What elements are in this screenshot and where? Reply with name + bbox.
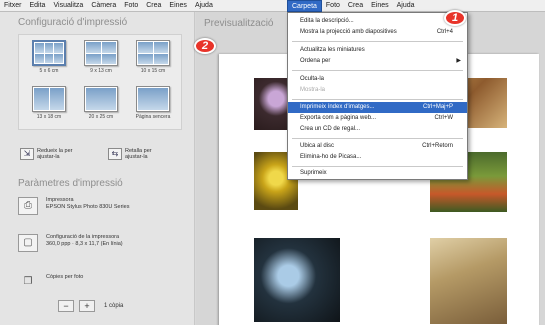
menu-item-slideshow[interactable]: Mostra la projecció amb diapositives Ctrl…: [288, 27, 467, 38]
layout-icon: [136, 40, 170, 66]
menu-ajuda-2[interactable]: Ajuda: [393, 0, 419, 12]
size-9x13[interactable]: 9 x 13 cm: [77, 38, 125, 80]
menu-eines-2[interactable]: Eines: [367, 0, 393, 12]
printer-row[interactable]: ⎙ Impressora EPSON Stylus Photo 830U Ser…: [18, 197, 129, 215]
size-5x6[interactable]: 5 x 6 cm: [25, 38, 73, 80]
menu-edita[interactable]: Edita: [26, 0, 50, 12]
menu-ajuda[interactable]: Ajuda: [191, 0, 217, 12]
crop-to-fit-button[interactable]: ⇆ Retalla per ajustar-la: [108, 148, 161, 160]
menu-visualitza[interactable]: Visualitza: [49, 0, 87, 12]
layout-icon: [84, 40, 118, 66]
layout-icon: [32, 40, 66, 66]
size-13x18[interactable]: 13 x 18 cm: [25, 84, 73, 126]
menu-foto[interactable]: Foto: [120, 0, 142, 12]
size-label: 10 x 15 cm: [140, 68, 166, 74]
menu-carpeta[interactable]: Carpeta: [287, 0, 322, 12]
size-full-page[interactable]: Pàgina sencera: [129, 84, 177, 126]
submenu-arrow-icon: ▶: [456, 58, 461, 64]
layout-icon: [84, 86, 118, 112]
layout-icon: [136, 86, 170, 112]
callout-badge-2: 2: [194, 38, 216, 54]
menu-item-edit-description[interactable]: Edita la descripció...: [288, 16, 467, 27]
size-label: 5 x 6 cm: [39, 68, 59, 74]
shrink-icon: ⇲: [20, 148, 34, 160]
size-label: 20 x 25 cm: [88, 114, 114, 120]
copies-label: Còpies per foto: [46, 274, 84, 280]
menu-item-hide[interactable]: Oculta-la: [288, 74, 467, 85]
menu-camera[interactable]: Càmera: [87, 0, 120, 12]
copies-count: 1 còpia: [104, 303, 124, 309]
print-size-grid: 5 x 6 cm 9 x 13 cm 10 x 15 cm 13 x 18 cm…: [18, 34, 182, 130]
menu-item-locate-on-disk[interactable]: Ubica al disc Ctrl+Retorn: [288, 141, 467, 152]
size-label: 13 x 18 cm: [36, 114, 62, 120]
crop-label: Retalla per ajustar-la: [125, 148, 152, 160]
size-label: Pàgina sencera: [135, 114, 171, 120]
printer-icon: ⎙: [18, 197, 38, 215]
dropdown-menubar: Carpeta Foto Crea Eines Ajuda: [287, 0, 468, 12]
menu-item-print-contact-sheet[interactable]: Imprimeix índex d'imatges... Ctrl+Maj+P: [288, 102, 467, 113]
size-10x15[interactable]: 10 x 15 cm: [129, 38, 177, 80]
menu-separator: [292, 99, 463, 100]
copies-stepper: − + 1 còpia: [58, 300, 123, 312]
shrink-label: Redueix la per ajustar-la: [37, 148, 73, 160]
page-setup-icon: ▢: [18, 234, 38, 252]
page-config-row[interactable]: ▢ Configuració de la impressora 360,0 pp…: [18, 234, 123, 252]
menu-item-delete[interactable]: Suprimeix: [288, 168, 467, 179]
folder-menu-dropdown: Edita la descripció... Mostra la projecc…: [287, 12, 468, 180]
layout-icon: [32, 86, 66, 112]
photo-architecture[interactable]: [254, 238, 340, 322]
printer-label: Impressora: [46, 197, 74, 203]
page-config-value: 360,0 ppp · 8,3 x 11,7 (En línia): [46, 241, 123, 247]
menu-fitxer[interactable]: Fitxer: [0, 0, 26, 12]
crop-icon: ⇆: [108, 148, 122, 160]
menu-item-remove-from-picasa[interactable]: Elimina-ho de Picasa...: [288, 152, 467, 163]
print-settings-panel: Configuració d'impressió 5 x 6 cm 9 x 13…: [0, 12, 195, 325]
menu-eines[interactable]: Eines: [165, 0, 191, 12]
menu-separator: [292, 41, 463, 42]
menu-crea-2[interactable]: Crea: [344, 0, 367, 12]
menu-item-export-web-page[interactable]: Exporta com a pàgina web... Ctrl+W: [288, 113, 467, 124]
config-title: Configuració d'impressió: [18, 17, 128, 28]
menu-item-sort-by[interactable]: Ordena per ▶: [288, 56, 467, 67]
shrink-to-fit-button[interactable]: ⇲ Redueix la per ajustar-la: [20, 148, 73, 160]
increase-copies-button[interactable]: +: [79, 300, 95, 312]
size-20x25[interactable]: 20 x 25 cm: [77, 84, 125, 126]
photo-roots[interactable]: [430, 238, 507, 324]
decrease-copies-button[interactable]: −: [58, 300, 74, 312]
menu-item-refresh-thumbnails[interactable]: Actualitza les miniatures: [288, 45, 467, 56]
size-label: 9 x 13 cm: [90, 68, 112, 74]
callout-badge-1: 1: [444, 10, 466, 26]
menu-separator: [292, 166, 463, 167]
menu-separator: [292, 70, 463, 71]
page-config-label: Configuració de la impressora: [46, 234, 120, 240]
menu-crea[interactable]: Crea: [142, 0, 165, 12]
menu-foto-2[interactable]: Foto: [322, 0, 344, 12]
menu-item-show: Mostra-la: [300, 87, 326, 93]
menu-separator: [292, 138, 463, 139]
menu-item-create-gift-cd[interactable]: Crea un CD de regal...: [288, 124, 467, 135]
preview-title: Previsualització: [204, 18, 274, 29]
copies-row: ❐ Còpies per foto: [18, 274, 84, 292]
params-title: Paràmetres d'impressió: [18, 178, 123, 189]
copies-icon: ❐: [23, 276, 33, 287]
printer-value: EPSON Stylus Photo 830U Series: [46, 204, 130, 210]
